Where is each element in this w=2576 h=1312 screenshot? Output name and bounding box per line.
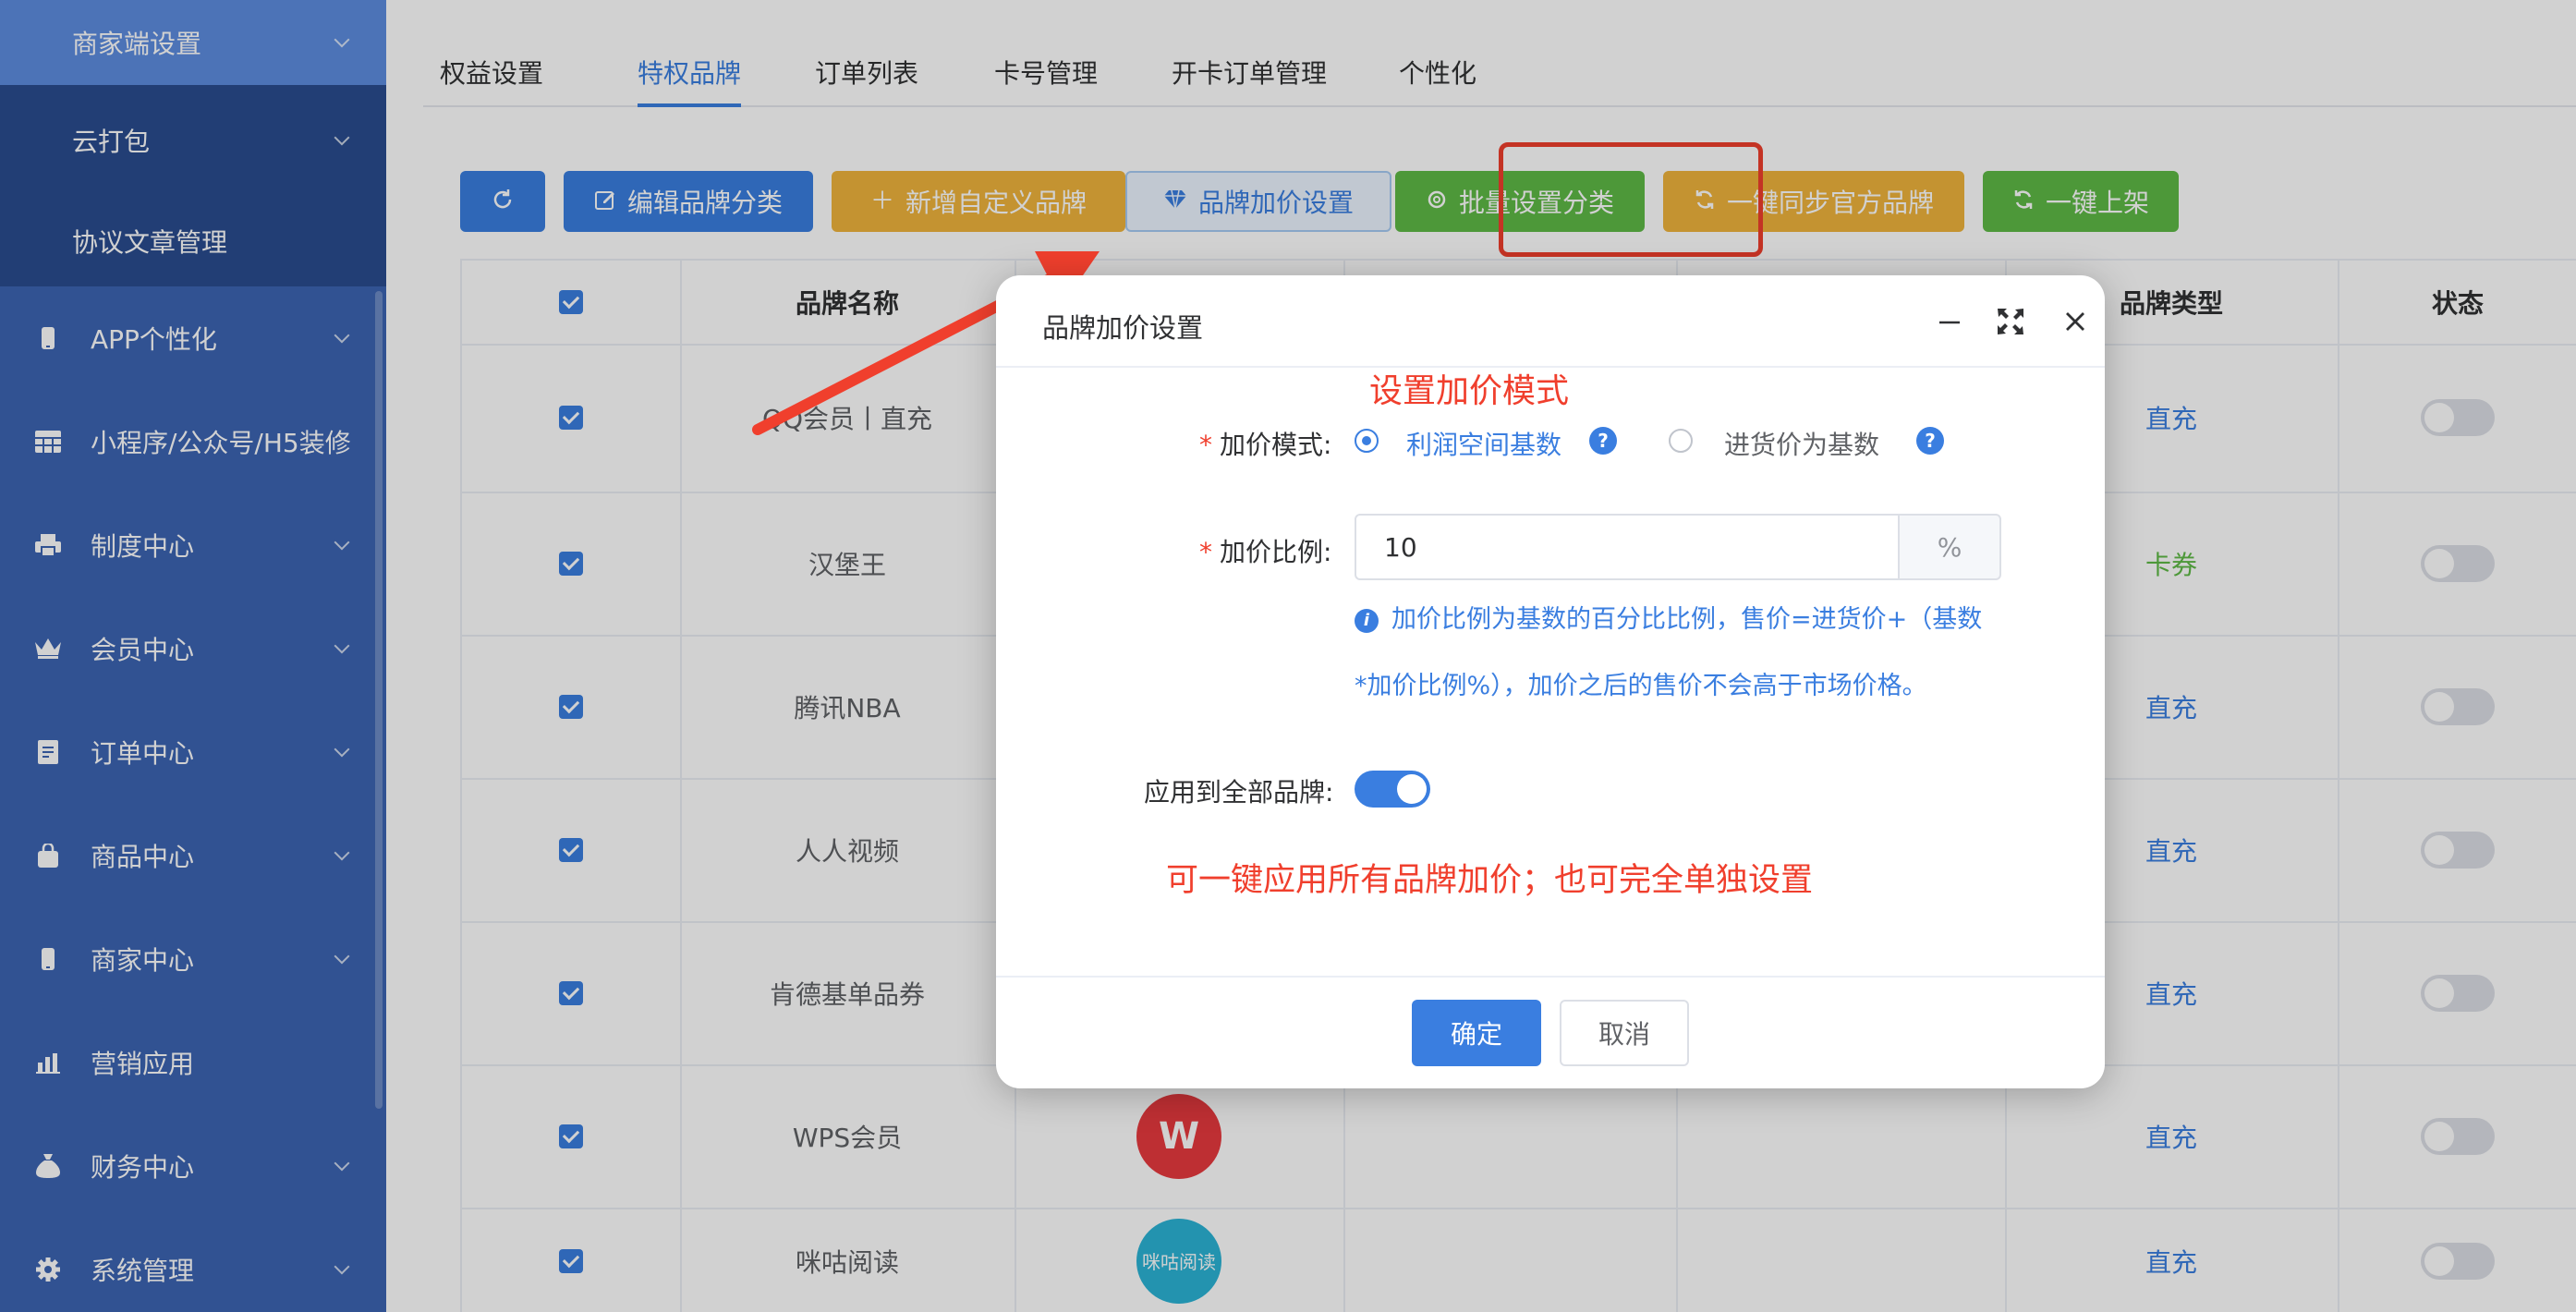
radio-profit-base[interactable] (1355, 429, 1379, 453)
radio-profit-base-label[interactable]: 利润空间基数 (1406, 425, 1561, 462)
cancel-button[interactable]: 取消 (1560, 1000, 1689, 1066)
markup-ratio-label-text: 加价比例: (1220, 537, 1332, 567)
dialog-footer-divider (996, 976, 2105, 978)
radio-purchase-price-base[interactable] (1669, 429, 1693, 453)
markup-tip-line-2: *加价比例%），加价之后的售价不会高于市场价格。 (1355, 672, 1927, 700)
annotation-set-markup-mode: 设置加价模式 (1369, 372, 1570, 410)
dialog-title: 品牌加价设置 (1042, 312, 1204, 344)
close-icon[interactable] (2055, 301, 2096, 342)
tip-text: 加价比例为基数的百分比比例，售价=进货价+（基数 (1391, 605, 1983, 634)
help-icon[interactable]: ? (1916, 427, 1944, 455)
radio-purchase-price-base-label[interactable]: 进货价为基数 (1724, 425, 1879, 462)
info-icon: i (1355, 608, 1379, 633)
help-icon[interactable]: ? (1589, 427, 1617, 455)
required-asterisk: * (1199, 537, 1212, 567)
percent-suffix: % (1898, 514, 2001, 580)
fullscreen-icon[interactable] (1990, 301, 2031, 342)
brand-markup-dialog: 品牌加价设置 设置加价模式 * 加价模式: 利润空间基数 ? 进货价为基数 ? *… (996, 275, 2105, 1088)
apply-all-label: 应用到全部品牌: (1144, 777, 1334, 808)
apply-all-switch[interactable] (1355, 771, 1430, 808)
markup-ratio-label: * 加价比例: (1199, 532, 1331, 569)
annotation-apply-all: 可一键应用所有品牌加价；也可完全单独设置 (1166, 862, 1814, 899)
markup-mode-label-text: 加价模式: (1220, 430, 1332, 460)
markup-ratio-input[interactable]: 10 (1355, 514, 1900, 580)
markup-mode-label: * 加价模式: (1199, 425, 1331, 462)
minimize-icon[interactable] (1929, 301, 1970, 342)
dialog-header: 品牌加价设置 (996, 275, 2105, 368)
markup-tip-line-1: i 加价比例为基数的百分比比例，售价=进货价+（基数 (1355, 599, 1982, 635)
confirm-button[interactable]: 确定 (1412, 1000, 1541, 1066)
required-asterisk: * (1199, 430, 1212, 460)
